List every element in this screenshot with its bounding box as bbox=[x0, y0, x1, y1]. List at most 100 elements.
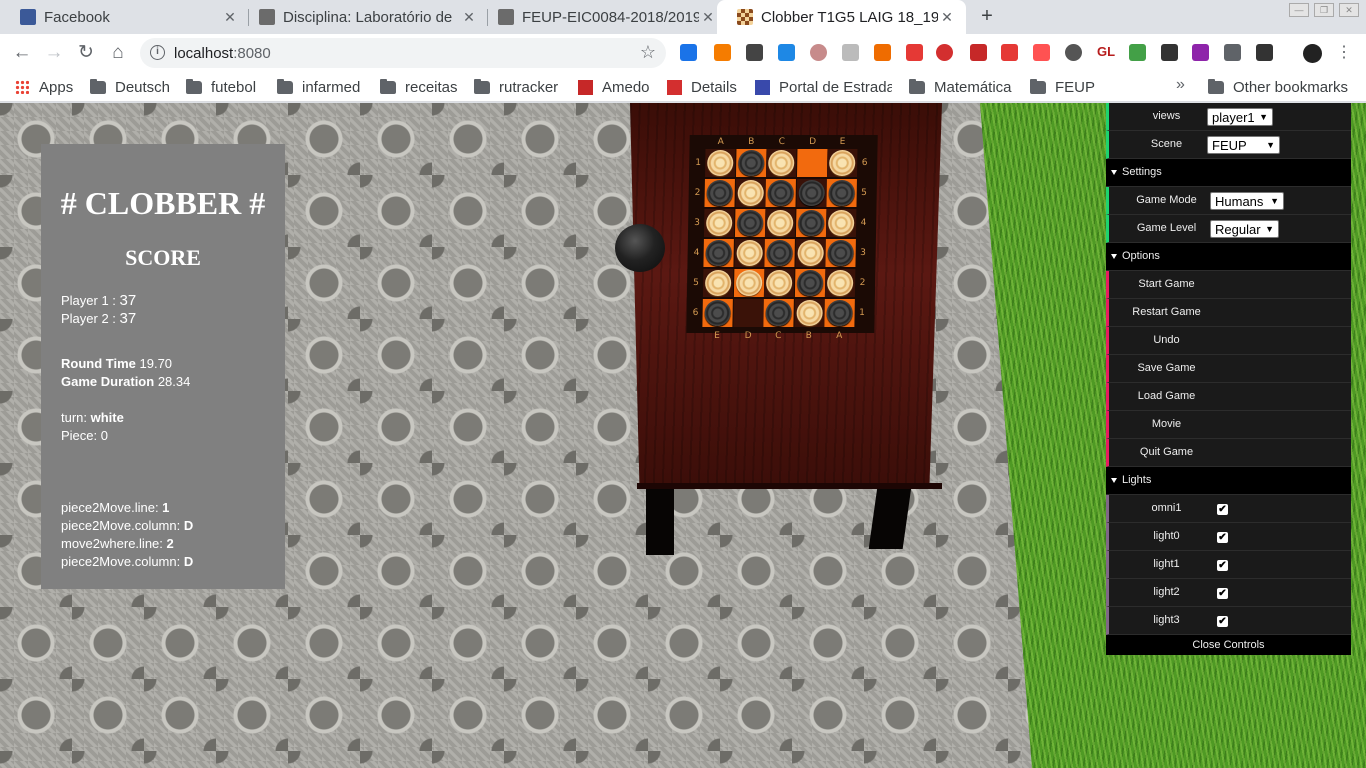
bookmark-star-icon[interactable]: ☆ bbox=[640, 42, 656, 63]
close-controls-button[interactable]: Close Controls bbox=[1106, 635, 1351, 655]
checkbox[interactable]: ✔ bbox=[1217, 616, 1228, 627]
extension-icon[interactable] bbox=[746, 44, 763, 61]
bookmark-folder[interactable]: FEUP bbox=[1030, 77, 1095, 97]
more-bookmarks-button[interactable]: » bbox=[1176, 76, 1185, 94]
board-cell[interactable] bbox=[763, 299, 794, 327]
white-piece[interactable] bbox=[704, 270, 732, 296]
checkbox[interactable]: ✔ bbox=[1217, 560, 1228, 571]
board-cell[interactable] bbox=[794, 269, 825, 297]
extension-icon[interactable] bbox=[906, 44, 923, 61]
extension-icon[interactable] bbox=[1192, 44, 1209, 61]
restart-game-button[interactable]: Restart Game bbox=[1106, 299, 1351, 327]
extension-icon[interactable] bbox=[874, 44, 891, 61]
undo-button[interactable]: Undo bbox=[1106, 327, 1351, 355]
black-piece[interactable] bbox=[705, 240, 732, 266]
options-folder[interactable]: Options bbox=[1106, 243, 1351, 271]
board-cell[interactable] bbox=[826, 149, 858, 177]
tab-disciplina[interactable]: Disciplina: Laboratório de ✕ bbox=[239, 0, 488, 34]
board-cell[interactable] bbox=[795, 209, 826, 237]
profile-avatar-icon[interactable] bbox=[1303, 44, 1322, 63]
clobber-board[interactable]: A B C D E E D C B A 1 2 3 4 5 6 6 5 4 3 2 1 bbox=[686, 135, 878, 341]
bookmark-link[interactable]: Portal de Estrada bbox=[755, 77, 892, 97]
board-cell[interactable] bbox=[765, 179, 796, 207]
checkbox[interactable]: ✔ bbox=[1217, 504, 1228, 515]
board-cell[interactable] bbox=[703, 239, 734, 267]
close-tab-icon[interactable]: ✕ bbox=[938, 9, 956, 26]
menu-dots-icon[interactable]: ⋮ bbox=[1333, 42, 1355, 64]
maximize-button[interactable]: ❐ bbox=[1314, 3, 1334, 17]
black-piece[interactable] bbox=[765, 300, 792, 326]
home-icon[interactable]: ⌂ bbox=[107, 42, 129, 64]
forward-arrow-icon[interactable]: → bbox=[43, 42, 65, 64]
site-info-icon[interactable]: i bbox=[150, 45, 165, 60]
board-cell[interactable] bbox=[763, 269, 795, 297]
extension-icon[interactable] bbox=[970, 44, 987, 61]
board-cell[interactable] bbox=[733, 239, 765, 267]
load-game-button[interactable]: Load Game bbox=[1106, 383, 1351, 411]
board-cell[interactable] bbox=[734, 209, 765, 237]
quit-game-button[interactable]: Quit Game bbox=[1106, 439, 1351, 467]
back-arrow-icon[interactable]: ← bbox=[11, 42, 33, 64]
board-cell[interactable] bbox=[825, 239, 856, 267]
lights-folder[interactable]: Lights bbox=[1106, 467, 1351, 495]
board-cell[interactable] bbox=[733, 269, 764, 297]
extension-icon[interactable] bbox=[778, 44, 795, 61]
extension-icon[interactable] bbox=[1065, 44, 1082, 61]
white-piece[interactable] bbox=[765, 270, 793, 296]
black-piece[interactable] bbox=[826, 300, 853, 326]
game-mode-select[interactable]: Humans ▼ bbox=[1210, 192, 1284, 210]
game-level-select[interactable]: Regular ▼ bbox=[1210, 220, 1279, 238]
board-cell[interactable] bbox=[765, 149, 797, 177]
movie-button[interactable]: Movie bbox=[1106, 411, 1351, 439]
extension-icon[interactable] bbox=[842, 44, 859, 61]
board-cell[interactable] bbox=[734, 179, 766, 207]
board-cell[interactable] bbox=[735, 149, 766, 177]
download-extension-icon[interactable] bbox=[1129, 44, 1146, 61]
extension-icon[interactable] bbox=[1033, 44, 1050, 61]
board-cell[interactable] bbox=[824, 299, 855, 327]
start-game-button[interactable]: Start Game bbox=[1106, 271, 1351, 299]
bookmark-folder[interactable]: futebol bbox=[186, 77, 256, 97]
settings-folder[interactable]: Settings bbox=[1106, 159, 1351, 187]
board-cell[interactable] bbox=[796, 149, 827, 177]
other-bookmarks[interactable]: Other bookmarks bbox=[1208, 77, 1348, 97]
board-cell[interactable] bbox=[764, 209, 796, 237]
bookmark-link[interactable]: Details bbox=[667, 77, 737, 97]
white-piece[interactable] bbox=[827, 210, 855, 236]
board-cell[interactable] bbox=[704, 149, 736, 177]
extension-icon[interactable] bbox=[810, 44, 827, 61]
white-piece[interactable] bbox=[796, 240, 824, 266]
black-piece[interactable] bbox=[737, 150, 764, 176]
white-piece[interactable] bbox=[735, 270, 762, 296]
black-piece[interactable] bbox=[796, 270, 823, 296]
white-piece[interactable] bbox=[826, 270, 854, 296]
black-piece[interactable] bbox=[766, 240, 793, 266]
extension-icon[interactable] bbox=[680, 44, 697, 61]
board-cell[interactable] bbox=[702, 269, 734, 297]
share-arrow-icon[interactable] bbox=[1256, 44, 1273, 61]
save-game-button[interactable]: Save Game bbox=[1106, 355, 1351, 383]
board-cell[interactable] bbox=[824, 269, 856, 297]
white-piece[interactable] bbox=[768, 150, 795, 176]
board-cell[interactable] bbox=[703, 209, 735, 237]
reload-icon[interactable]: ↻ bbox=[75, 42, 97, 64]
white-piece[interactable] bbox=[829, 150, 856, 176]
board-cell[interactable] bbox=[732, 299, 764, 327]
white-piece[interactable] bbox=[766, 210, 794, 236]
board-cell[interactable] bbox=[795, 179, 827, 207]
bookmark-folder[interactable]: receitas bbox=[380, 77, 458, 97]
tab-feup[interactable]: FEUP-EIC0084-2018/2019- ✕ bbox=[478, 0, 727, 34]
checkbox[interactable]: ✔ bbox=[1217, 588, 1228, 599]
tab-facebook[interactable]: Facebook ✕ bbox=[0, 0, 249, 34]
bookmark-folder[interactable]: Matemática bbox=[909, 77, 1012, 97]
board-cell[interactable] bbox=[704, 179, 735, 207]
board-cell[interactable] bbox=[794, 239, 826, 267]
white-piece[interactable] bbox=[736, 180, 764, 206]
new-tab-button[interactable]: + bbox=[976, 6, 998, 28]
close-tab-icon[interactable]: ✕ bbox=[460, 9, 478, 26]
close-window-button[interactable]: ✕ bbox=[1339, 3, 1359, 17]
extension-icon[interactable] bbox=[1161, 44, 1178, 61]
board-cell[interactable] bbox=[793, 299, 825, 327]
board-cell[interactable] bbox=[826, 179, 857, 207]
board-cell[interactable] bbox=[702, 299, 733, 327]
